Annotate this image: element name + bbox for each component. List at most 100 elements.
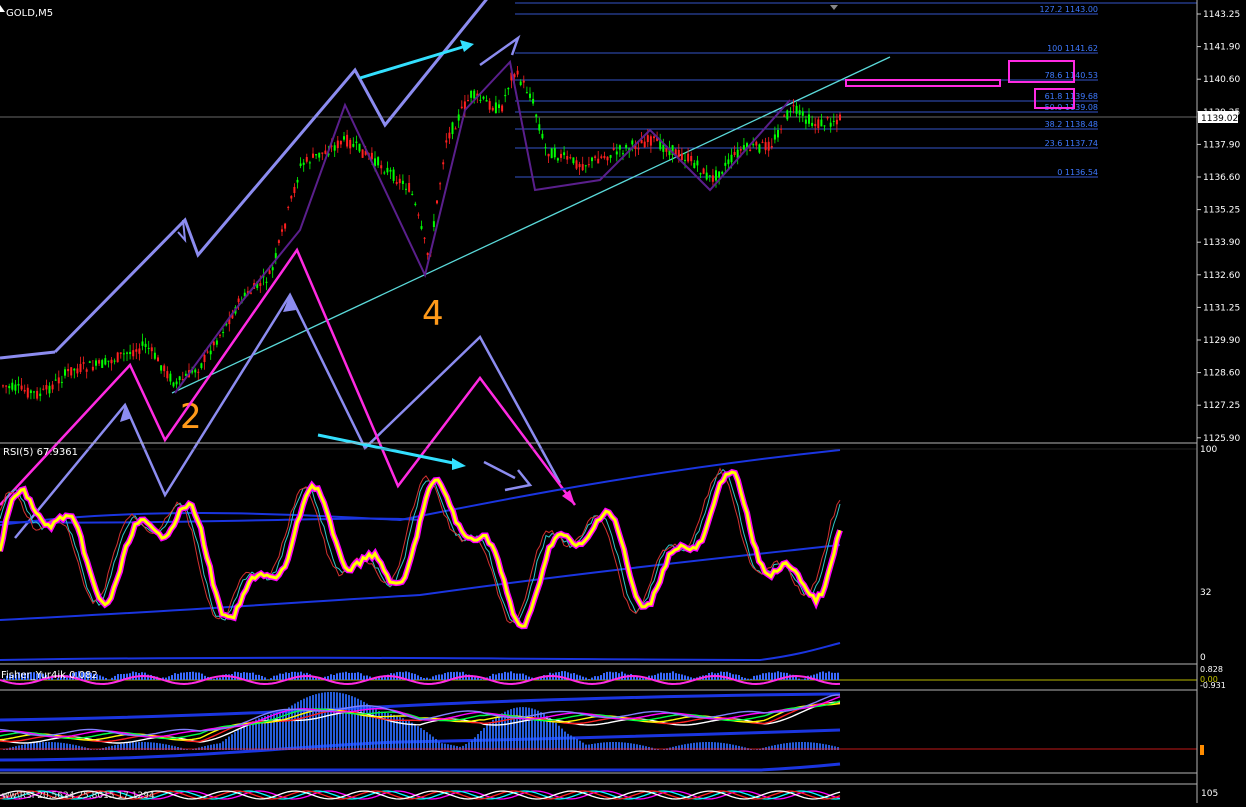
band-hist-bar xyxy=(567,734,569,750)
candle-body xyxy=(758,144,760,152)
band-hist-bar xyxy=(240,728,242,750)
fisher-bar xyxy=(834,673,836,680)
fisher-bar xyxy=(747,679,749,680)
candle-body xyxy=(824,125,826,126)
fisher-bar xyxy=(168,676,170,680)
lavender-arrow-rsi[interactable] xyxy=(484,462,530,490)
candle-body xyxy=(160,365,162,370)
fisher-bar xyxy=(609,672,611,680)
band-hist-bar xyxy=(834,746,836,750)
candle-body xyxy=(588,164,590,165)
main-price-panel[interactable]: 127.2 1143.00100 1141.6278.6 1140.5361.8… xyxy=(0,0,1197,441)
candle-body xyxy=(749,150,751,151)
candle-body xyxy=(111,360,113,363)
candle-body xyxy=(566,156,568,160)
band-hist-bar xyxy=(234,732,236,750)
fisher-bar xyxy=(330,674,332,680)
fisher-bar xyxy=(591,678,593,680)
fisher-bar xyxy=(342,672,344,680)
fisher-bar xyxy=(435,675,437,680)
band-hist-bar xyxy=(231,734,233,750)
candle-body xyxy=(421,226,423,229)
fisher-bar xyxy=(99,675,101,680)
bands-panel[interactable] xyxy=(0,690,1197,771)
price-tick-label: 1128.60 xyxy=(1203,369,1240,379)
band-hist-bar xyxy=(381,712,383,750)
candle-body xyxy=(312,154,314,158)
chart-svg[interactable]: 127.2 1143.00100 1141.6278.6 1140.5361.8… xyxy=(0,0,1246,803)
fisher-bar xyxy=(672,671,674,680)
fisher-bar xyxy=(636,677,638,680)
candle-body xyxy=(290,196,292,199)
fisher-bar xyxy=(741,677,743,680)
candle-body xyxy=(535,115,537,117)
fisher-panel[interactable]: Fisher_Yur4ik 0.082 xyxy=(0,664,1197,684)
candle-body xyxy=(42,389,44,390)
candle-body xyxy=(597,159,599,164)
band-hist-bar xyxy=(12,747,14,750)
band-hist-bar xyxy=(252,721,254,750)
fisher-bar xyxy=(765,673,767,680)
candle-body xyxy=(142,341,144,345)
candle-body xyxy=(755,142,757,146)
fisher-bar xyxy=(516,674,518,680)
fisher-bar xyxy=(525,675,527,680)
candle-body xyxy=(507,88,509,89)
rsi-panel[interactable]: RSI(5) 67.9361 xyxy=(0,443,1197,660)
band-hist-bar xyxy=(474,737,476,750)
fisher-bar xyxy=(234,672,236,680)
candle-body xyxy=(789,111,791,112)
fisher-bar xyxy=(642,678,644,680)
fisher-bar xyxy=(348,673,350,680)
candle-body xyxy=(213,342,215,346)
band-hist-bar xyxy=(351,696,353,750)
fisher-bar xyxy=(513,673,515,680)
band-hist-bar xyxy=(558,726,560,750)
fisher-bar xyxy=(213,679,215,680)
fisher-bar xyxy=(339,673,341,680)
candle-body xyxy=(408,183,410,192)
candle-body xyxy=(684,160,686,161)
bottom-panel[interactable]: ww\RSI 20.5624 25.8015 17.1294 xyxy=(0,773,1197,801)
candle-body xyxy=(799,110,801,115)
rsi-bands xyxy=(0,449,1197,660)
candle-body xyxy=(259,283,261,286)
fisher-bar xyxy=(675,673,677,680)
fisher-bar xyxy=(219,678,221,680)
fisher-bar xyxy=(606,672,608,680)
band-hist-bar xyxy=(318,693,320,750)
candle-body xyxy=(489,101,491,110)
candle-body xyxy=(126,353,128,354)
fisher-bar xyxy=(444,673,446,680)
fisher-bar xyxy=(249,673,251,680)
fisher-bar xyxy=(822,671,824,680)
fisher-bar xyxy=(276,675,278,680)
fisher-bar xyxy=(756,675,758,680)
band-hist-bar xyxy=(561,729,563,750)
price-scale[interactable]: 1143.251141.901140.601139.251137.901136.… xyxy=(1197,0,1246,803)
fisher-bar xyxy=(426,678,428,680)
fisher-bar xyxy=(762,673,764,680)
band-hist-bar xyxy=(477,734,479,750)
candle-body xyxy=(653,136,655,138)
candle-body xyxy=(768,142,770,151)
candle-body xyxy=(355,142,357,143)
fisher-bar xyxy=(579,675,581,680)
candle-body xyxy=(796,106,798,114)
candle-body xyxy=(30,390,32,393)
candle-body xyxy=(352,144,354,147)
candle-body xyxy=(442,162,444,164)
trading-chart[interactable]: 127.2 1143.00100 1141.6278.6 1140.5361.8… xyxy=(0,0,1246,803)
fib-label: 0 1136.54 xyxy=(1057,168,1098,177)
band-hist-bar xyxy=(483,728,485,750)
band-hist-bar xyxy=(312,695,314,750)
candle-body xyxy=(318,153,320,158)
band-hist-bar xyxy=(765,747,767,750)
band-hist-bar xyxy=(549,718,551,750)
fisher-bar xyxy=(180,673,182,680)
price-tick-label: 1135.25 xyxy=(1203,206,1240,216)
fisher-scale-label: -0.931 xyxy=(1200,681,1226,690)
fisher-bar xyxy=(294,672,296,680)
candle-body xyxy=(207,352,209,353)
candle-body xyxy=(727,159,729,164)
